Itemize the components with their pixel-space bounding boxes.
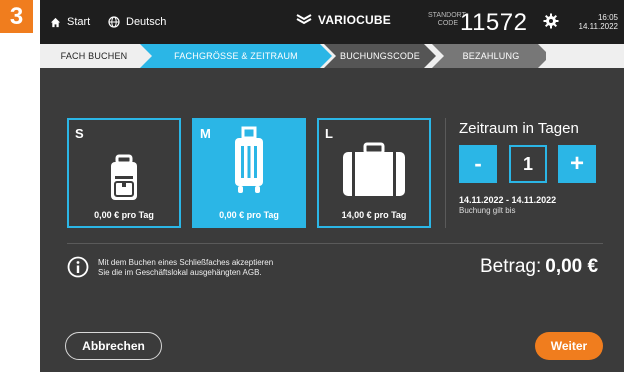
info-icon bbox=[67, 256, 89, 278]
kiosk-screen: Start Deutsch VARIOCUBE STANDORT CODE 11… bbox=[40, 0, 624, 372]
vertical-divider bbox=[445, 118, 446, 228]
start-label: Start bbox=[67, 16, 91, 28]
trolley-suitcase-icon bbox=[235, 126, 263, 193]
progress-steps: FACH BUCHEN FACHGRÖSSE & ZEITRAUM BUCHUN… bbox=[40, 44, 624, 68]
size-card-s[interactable]: S 0,00 € pro Tag bbox=[67, 118, 181, 228]
date-time: 16:05 14.11.2022 bbox=[568, 13, 618, 31]
brand: VARIOCUBE bbox=[296, 13, 391, 27]
clock-time: 16:05 bbox=[597, 13, 618, 22]
size-label: L bbox=[325, 126, 333, 141]
start-link[interactable]: Start bbox=[50, 16, 90, 28]
step-number-badge: 3 bbox=[0, 0, 33, 33]
size-label: S bbox=[75, 126, 84, 141]
next-button[interactable]: Weiter bbox=[535, 332, 603, 360]
cancel-button[interactable]: Abbrechen bbox=[65, 332, 162, 360]
location-code: 11572 bbox=[460, 9, 528, 36]
variocube-logo bbox=[296, 14, 312, 25]
terms-notice: Mit dem Buchen eines Schließfaches akzep… bbox=[98, 258, 274, 277]
briefcase-icon bbox=[343, 142, 405, 196]
language-label: Deutsch bbox=[126, 16, 167, 28]
horizontal-divider bbox=[67, 243, 603, 244]
step-bezahlung: BEZAHLUNG bbox=[432, 44, 550, 68]
language-selector[interactable]: Deutsch bbox=[108, 16, 166, 28]
step-fach-buchen: FACH BUCHEN bbox=[60, 51, 128, 61]
period-title: Zeitraum in Tagen bbox=[459, 120, 579, 137]
increase-days-button[interactable]: + bbox=[558, 145, 596, 183]
booking-valid-until-label: Buchung gilt bis bbox=[459, 206, 516, 215]
size-card-m[interactable]: M 0,00 € pro Tag bbox=[192, 118, 306, 228]
location-code-label: STANDORT CODE bbox=[428, 12, 466, 27]
globe-icon bbox=[108, 16, 120, 28]
size-label: M bbox=[200, 126, 211, 141]
amount-display: Betrag: 0,00 € bbox=[480, 256, 598, 278]
clock-date: 14.11.2022 bbox=[578, 22, 618, 31]
date-range: 14.11.2022 - 14.11.2022 bbox=[459, 195, 557, 205]
step-fachgroesse-zeitraum: FACHGRÖSSE & ZEITRAUM bbox=[140, 44, 332, 68]
step-buchungscode: BUCHUNGSCODE bbox=[324, 44, 436, 68]
price-label: 14,00 € pro Tag bbox=[341, 210, 407, 220]
size-card-l[interactable]: L 14,00 € pro Tag bbox=[317, 118, 431, 228]
home-icon bbox=[50, 17, 61, 27]
days-value: 1 bbox=[509, 145, 547, 183]
gear-icon[interactable] bbox=[543, 13, 559, 29]
backpack-icon bbox=[111, 154, 137, 200]
decrease-days-button[interactable]: - bbox=[459, 145, 497, 183]
steps-tail bbox=[546, 44, 624, 68]
amount-value: 0,00 € bbox=[545, 256, 599, 277]
price-label: 0,00 € pro Tag bbox=[219, 210, 279, 220]
brand-name: VARIOCUBE bbox=[318, 13, 391, 27]
price-label: 0,00 € pro Tag bbox=[94, 210, 154, 220]
top-bar: Start Deutsch VARIOCUBE STANDORT CODE 11… bbox=[40, 0, 624, 44]
amount-label: Betrag: bbox=[480, 256, 542, 277]
